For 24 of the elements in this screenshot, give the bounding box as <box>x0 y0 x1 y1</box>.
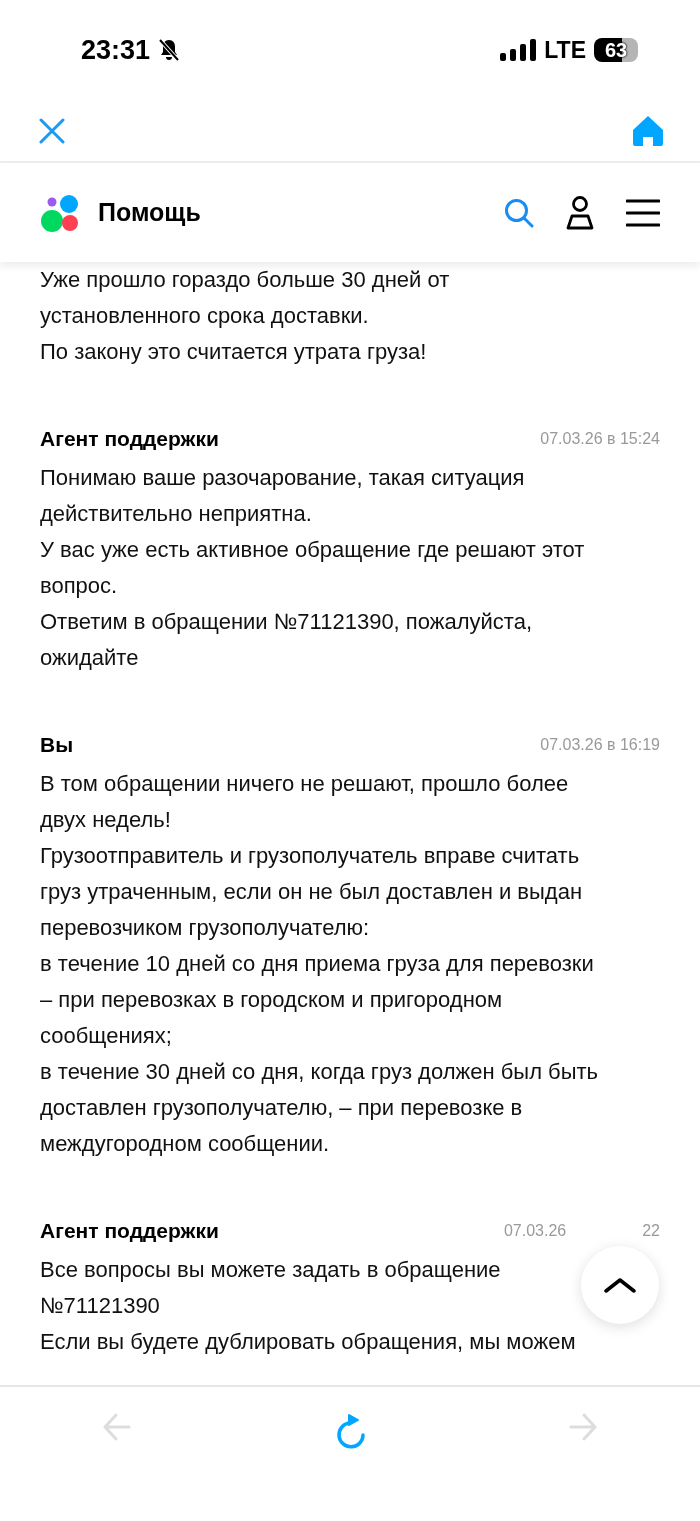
message-text: Понимаю ваше разочарование, такая ситуация действительно неприятна. У вас уже есть активное обращение где решают этот вопрос. Ответим в обращении №71121390, пожалуйста, ожидайте <box>40 464 585 672</box>
message-timestamp: 07.03.26 <box>503 1222 567 1240</box>
user-icon[interactable] <box>566 195 594 230</box>
message-text: Уже прошло гораздо больше 30 дней от установленного срока доставки. По закону это считается утрата груза! <box>40 266 450 366</box>
message-author: Агент поддержки <box>40 427 219 451</box>
message-author: Вы <box>40 733 74 757</box>
message-text: Все вопросы вы можете задать в обращение №71121390 Если вы будете дублировать обращения, мы можем <box>40 1256 576 1356</box>
menu-icon[interactable] <box>626 198 660 227</box>
clock-time: 23:31 <box>81 34 151 66</box>
page-title: Помощь <box>98 198 202 227</box>
message-author: Агент поддержки <box>40 1219 219 1243</box>
message-timestamp: 07.03.26 в 15:24 <box>540 430 660 448</box>
signal-icon <box>500 39 537 61</box>
chevron-up-icon <box>604 1277 636 1293</box>
reload-icon[interactable] <box>334 1413 366 1449</box>
logo-icon[interactable] <box>38 193 79 232</box>
message-timestamp: 07.03.26 в 16:19 <box>540 736 660 754</box>
message-timestamp: 22 <box>642 1222 660 1240</box>
close-icon[interactable] <box>39 117 65 144</box>
home-icon[interactable] <box>632 114 664 147</box>
network-label: LTE <box>544 36 586 64</box>
search-icon[interactable] <box>504 197 534 228</box>
message-text: В том обращении ничего не решают, прошло более двух недель! Грузоотправитель и грузополучатель вправе считать груз утраченным, если он не был доставлен и выдан перевозчиком грузополучателю: в течение 10 дней со дня приема груза для перевозки – при перевозках в городском и пригородном сообщениях; в течение 30 дней со дня, когда груз должен был быть доставлен грузополучателю, – при перевозке в междугородном сообщении. <box>40 770 599 1158</box>
muted-bell-icon <box>158 38 181 62</box>
